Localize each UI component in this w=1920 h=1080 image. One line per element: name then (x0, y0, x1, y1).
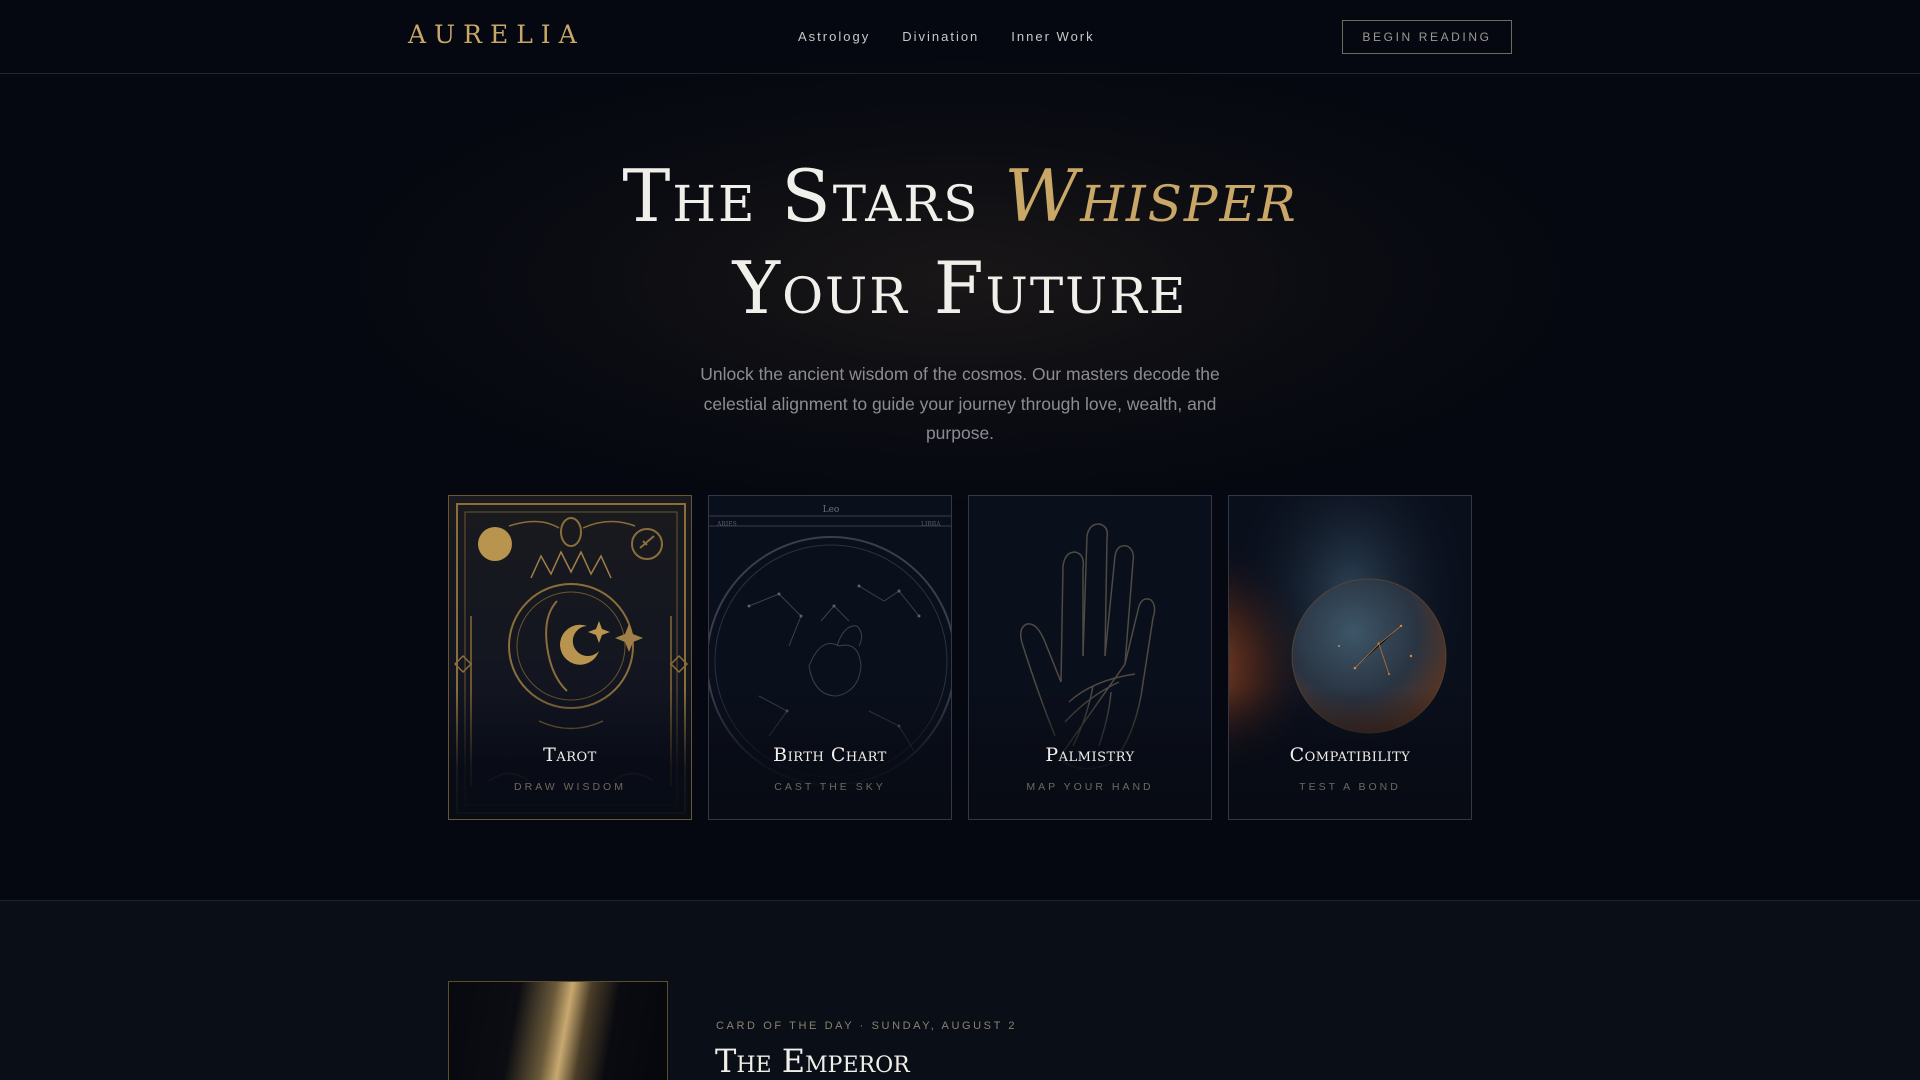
card-of-the-day-section (0, 900, 1920, 1080)
nav-link-astrology[interactable]: Astrology (798, 29, 870, 44)
card-palmistry[interactable]: Palmistry MAP YOUR HAND (968, 495, 1212, 820)
card-of-the-day-label: CARD OF THE DAY · SUNDAY, AUGUST 2 (716, 1020, 1018, 1032)
logo[interactable]: AURELIA (408, 20, 585, 49)
card-subtitle: CAST THE SKY (774, 781, 886, 793)
card-birth-chart[interactable]: Leo ARIES LIBRA Birth Chart CAST THE SKY (708, 495, 952, 820)
hero-title-line2: Your Future (732, 246, 1188, 330)
card-subtitle: MAP YOUR HAND (1026, 781, 1154, 793)
chart-label-top: Leo (823, 505, 840, 515)
card-subtitle: TEST A BOND (1299, 781, 1401, 793)
card-title: Tarot (543, 744, 597, 766)
card-title: Birth Chart (773, 744, 887, 766)
hero-subtitle: Unlock the ancient wisdom of the cosmos.… (700, 364, 1220, 443)
top-nav: AURELIA Astrology Divination Inner Work … (0, 0, 1920, 74)
chart-label-left: ARIES (716, 521, 737, 528)
card-title: Palmistry (1045, 744, 1135, 766)
nav-links: Astrology Divination Inner Work (798, 29, 1095, 44)
begin-reading-button[interactable]: BEGIN READING (1342, 20, 1512, 54)
card-of-the-day-title: The Emperor (715, 1042, 910, 1080)
card-subtitle: DRAW WISDOM (514, 781, 626, 793)
card-title: Compatibility (1289, 744, 1411, 766)
nav-link-inner-work[interactable]: Inner Work (1011, 29, 1094, 44)
hero-title-accent: Whisper (1004, 154, 1298, 238)
card-tarot[interactable]: Tarot DRAW WISDOM (448, 495, 692, 820)
hero-title: The Stars Whisper Your Future (0, 150, 1920, 334)
chart-label-right: LIBRA (921, 521, 941, 528)
hero-title-part1: The Stars (622, 154, 1005, 238)
card-compatibility[interactable]: Compatibility TEST A BOND (1228, 495, 1472, 820)
card-of-the-day-image[interactable] (448, 981, 668, 1080)
nav-link-divination[interactable]: Divination (902, 29, 979, 44)
